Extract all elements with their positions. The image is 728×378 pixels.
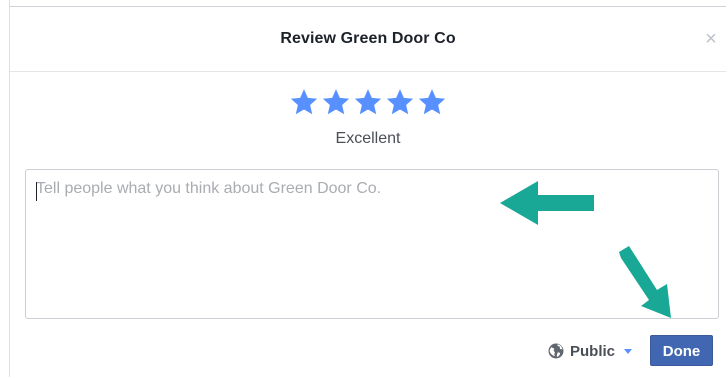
globe-icon	[548, 343, 564, 359]
star-3-icon[interactable]	[353, 87, 383, 117]
star-2-icon[interactable]	[321, 87, 351, 117]
caret-down-icon	[624, 349, 633, 354]
text-cursor	[36, 182, 37, 201]
review-dialog: Review Green Door Co × Excellent Tell pe…	[10, 6, 726, 378]
dialog-footer: Public Done	[10, 333, 726, 369]
privacy-label: Public	[570, 342, 616, 360]
star-4-icon[interactable]	[385, 87, 415, 117]
dialog-title: Review Green Door Co	[280, 30, 456, 47]
arrow-down-right-icon	[619, 246, 671, 318]
rating-label: Excellent	[335, 130, 401, 147]
privacy-selector[interactable]: Public	[548, 337, 633, 365]
page-left-edge	[0, 0, 10, 377]
star-rating	[10, 87, 726, 127]
star-1-icon[interactable]	[289, 87, 319, 117]
close-icon[interactable]: ×	[702, 29, 720, 49]
arrow-left-icon	[500, 181, 594, 225]
dialog-header: Review Green Door Co ×	[10, 7, 726, 72]
done-button[interactable]: Done	[650, 335, 713, 366]
star-5-icon[interactable]	[417, 87, 447, 117]
